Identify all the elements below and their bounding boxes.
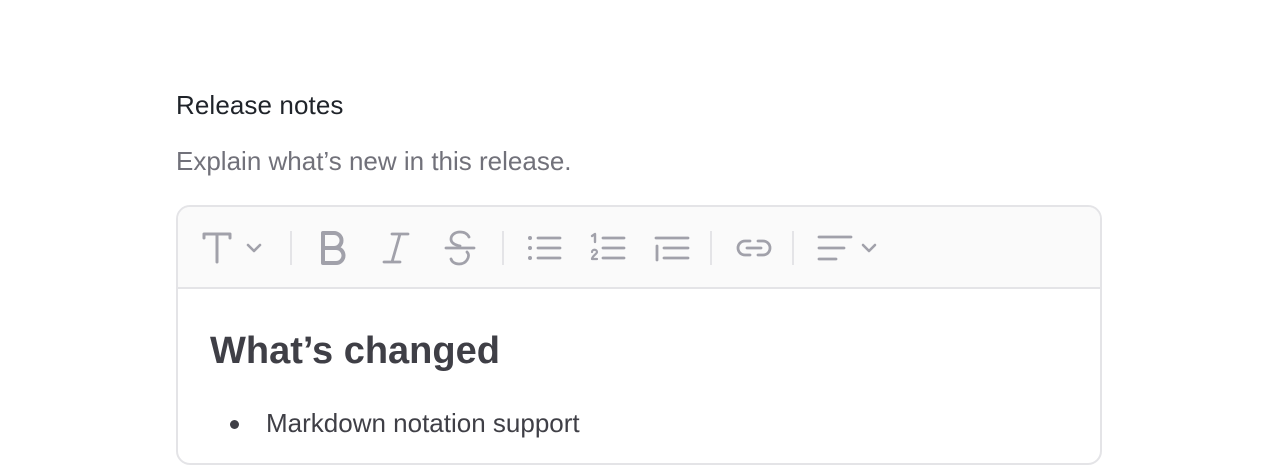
strikethrough-button[interactable] (440, 207, 480, 289)
italic-icon (382, 232, 410, 264)
editor-toolbar (178, 207, 1100, 289)
link-icon (736, 239, 772, 257)
toolbar-separator (792, 231, 794, 265)
text-style-icon (202, 232, 262, 264)
text-style-dropdown[interactable] (200, 207, 268, 289)
numbered-list-icon (590, 232, 626, 261)
list-item: Markdown notation support (210, 405, 1068, 441)
link-button[interactable] (732, 207, 776, 289)
list-item-text: Markdown notation support (266, 408, 580, 438)
bold-button[interactable] (312, 207, 352, 289)
align-left-icon (817, 235, 877, 261)
numbered-list-button[interactable] (588, 207, 628, 289)
editor-content[interactable]: What’s changed Markdown notation support (178, 327, 1100, 441)
toolbar-separator (290, 231, 292, 265)
content-bullet-list: Markdown notation support (210, 405, 1068, 441)
italic-button[interactable] (376, 207, 416, 289)
field-label: Release notes (176, 90, 344, 120)
strikethrough-icon (444, 230, 476, 266)
rich-text-editor: What’s changed Markdown notation support (176, 205, 1102, 465)
bullet-marker (230, 420, 239, 429)
align-dropdown[interactable] (816, 207, 882, 289)
toolbar-separator (502, 231, 504, 265)
bold-icon (321, 231, 346, 265)
content-heading: What’s changed (210, 330, 500, 372)
toolbar-separator (710, 231, 712, 265)
field-help-text: Explain what’s new in this release. (176, 146, 572, 176)
release-notes-field: Release notes Explain what’s new in this… (176, 88, 1104, 178)
indent-icon (654, 236, 690, 262)
bullet-list-icon (528, 236, 562, 260)
bullet-list-button[interactable] (524, 207, 564, 289)
indent-button[interactable] (652, 207, 692, 289)
